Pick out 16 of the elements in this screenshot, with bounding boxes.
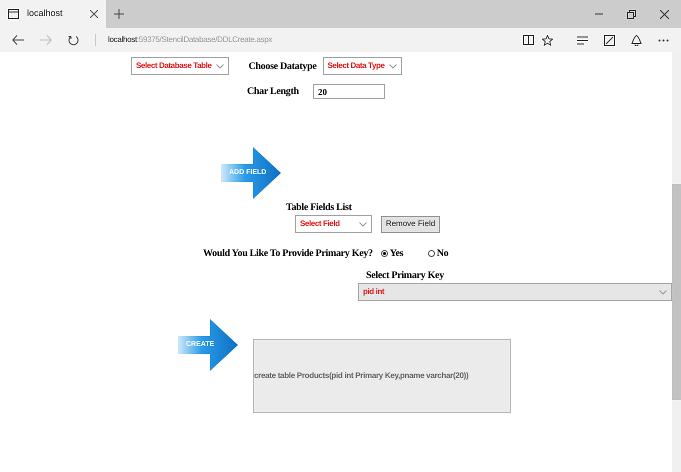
datatype-label: Choose Datatype — [248, 60, 316, 74]
address-bar[interactable]: localhost:59375/StencilDatabase/DDLCreate.aspx — [95, 34, 507, 46]
output-box: create table Products(pid int Primary Key,pname varchar(20)) — [253, 339, 511, 413]
remove-field-button[interactable]: Remove Field — [381, 216, 440, 232]
fields-list-label: Table Fields List — [286, 201, 353, 215]
select-dropdown[interactable]: Select Database Table — [131, 57, 228, 75]
radio-option[interactable]: Yes — [380, 246, 428, 261]
select-dropdown[interactable]: Select Field — [295, 215, 372, 233]
primary-key-question: Would You Like To Provide Primary Key? — [203, 247, 373, 261]
char-length-label: Char Length — [247, 85, 300, 99]
select-dropdown[interactable]: Select Data Type — [322, 57, 402, 75]
char-length-input[interactable]: 20 — [313, 84, 385, 99]
browser-tab[interactable]: localhost — [0, 0, 106, 28]
radio-option[interactable]: No — [428, 246, 475, 261]
primary-key-label: Select Primary Key — [366, 269, 446, 283]
select-dropdown[interactable]: pid int — [358, 283, 672, 301]
